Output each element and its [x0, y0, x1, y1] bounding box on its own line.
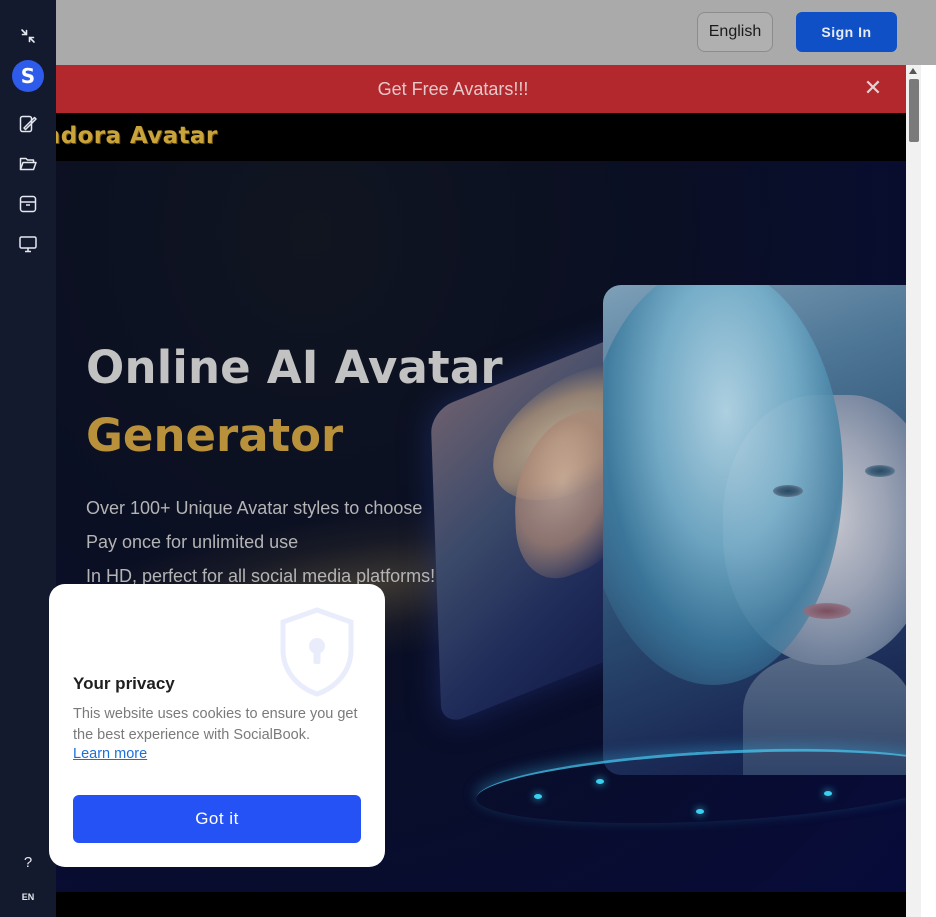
spark-decoration [824, 791, 832, 796]
language-code-button[interactable]: EN [0, 892, 56, 902]
scrollbar-rail [921, 65, 936, 917]
hero-title-line1: Online AI Avatar [86, 341, 503, 394]
brand-logo-text[interactable]: andora Avatar [56, 123, 218, 149]
brand-bar: andora Avatar [56, 113, 906, 161]
shield-lock-icon [280, 607, 354, 697]
language-select-button[interactable]: English [697, 12, 773, 52]
promo-banner[interactable]: Get Free Avatars!!! ✕ [56, 65, 906, 113]
monitor-icon[interactable] [16, 232, 40, 256]
top-bar: English Sign In [56, 0, 936, 65]
help-button[interactable]: ? [0, 854, 56, 871]
avatar-preview-front [603, 285, 906, 775]
spark-decoration [596, 779, 604, 784]
cookie-title: Your privacy [73, 674, 175, 693]
logo-letter: S [20, 64, 36, 88]
archive-icon[interactable] [16, 192, 40, 216]
close-icon[interactable]: ✕ [862, 77, 884, 99]
scroll-up-arrow-icon[interactable] [909, 68, 917, 74]
edit-image-icon[interactable] [16, 112, 40, 136]
learn-more-link[interactable]: Learn more [73, 746, 147, 762]
cookie-message: This website uses cookies to ensure you … [73, 706, 358, 743]
hero-feature: Pay once for unlimited use [86, 532, 299, 552]
sidebar: S ? EN [0, 0, 56, 917]
collapse-icon[interactable] [16, 24, 40, 48]
sign-in-button[interactable]: Sign In [796, 12, 897, 52]
avatar-lips [803, 603, 851, 619]
promo-banner-text[interactable]: Get Free Avatars!!! [56, 79, 850, 100]
cookie-consent-dialog: Your privacy This website uses cookies t… [49, 584, 385, 867]
avatar-eye [773, 485, 803, 497]
spark-decoration [534, 794, 542, 799]
hero-feature: Over 100+ Unique Avatar styles to choose [86, 498, 423, 518]
avatar-eye [865, 465, 895, 477]
spark-decoration [696, 809, 704, 814]
portal-ring-decoration [474, 738, 906, 834]
got-it-button[interactable]: Got it [73, 795, 361, 843]
socialbook-logo[interactable]: S [12, 60, 44, 92]
scrollbar-thumb[interactable] [909, 79, 919, 142]
hero-title-line2: Generator [86, 409, 344, 462]
folder-icon[interactable] [16, 152, 40, 176]
